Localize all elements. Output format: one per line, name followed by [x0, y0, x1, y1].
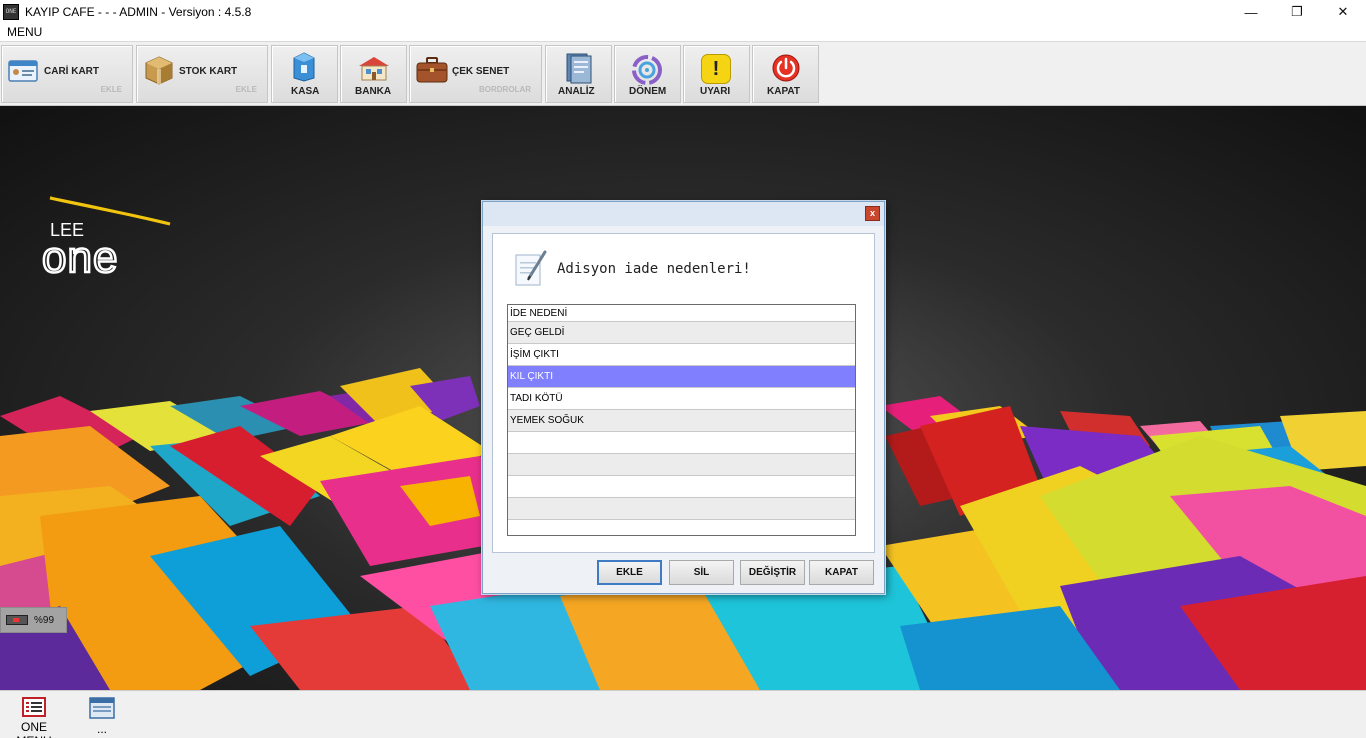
list-item[interactable]: TADI KÖTÜ — [508, 388, 855, 410]
list-item-selected[interactable]: KIL ÇIKTI — [508, 366, 855, 388]
change-button[interactable]: DEĞİŞTİR — [740, 560, 805, 585]
donem-button[interactable]: DÖNEM — [614, 45, 681, 103]
dialog-panel: Adisyon iade nedenleri! İDE NEDENİ GEÇ G… — [492, 233, 875, 553]
dialog-close-icon[interactable]: x — [865, 206, 880, 221]
bottom-taskbar: ONE MENU ... — [0, 690, 1366, 738]
list-item-empty[interactable] — [508, 520, 855, 535]
battery-percentage: %99 — [34, 614, 55, 626]
menubar: MENU — [0, 24, 1366, 42]
stok-kart-button[interactable]: STOK KART EKLE — [136, 45, 268, 103]
delete-button[interactable]: SİL — [669, 560, 734, 585]
toolbar: CARİ KART EKLE STOK KART EKLE KASA BANKA… — [0, 43, 1366, 106]
id-card-icon — [8, 60, 38, 82]
dialog-titlebar: x — [483, 202, 884, 226]
box-icon — [145, 56, 173, 85]
briefcase-icon — [416, 57, 448, 83]
donem-label: DÖNEM — [629, 86, 667, 97]
cek-senet-sub: BORDROLAR — [479, 85, 531, 94]
dialog-heading: Adisyon iade nedenleri! — [557, 261, 751, 277]
uyari-label: UYARI — [700, 86, 731, 97]
cari-kart-label: CARİ KART — [44, 66, 99, 77]
second-shortcut-label: ... — [96, 722, 107, 736]
banka-label: BANKA — [355, 86, 392, 97]
reasons-list[interactable]: İDE NEDENİ GEÇ GELDİ İŞİM ÇIKTI KIL ÇIKT… — [507, 304, 856, 536]
maximize-button[interactable]: ❐ — [1274, 0, 1320, 24]
return-reasons-dialog: x Adisyon iade nedenleri! İDE NEDENİ GEÇ… — [482, 201, 885, 594]
logo-one-text: one — [42, 233, 118, 276]
menu-list-icon — [22, 697, 46, 717]
list-item[interactable]: GEÇ GELDİ — [508, 322, 855, 344]
lee-one-logo: LEE one — [41, 196, 171, 276]
cek-senet-label: ÇEK SENET — [452, 66, 510, 77]
menu-item-menu[interactable]: MENU — [7, 25, 42, 39]
stok-kart-label: STOK KART — [179, 66, 238, 77]
list-item-empty[interactable] — [508, 498, 855, 520]
close-dialog-button[interactable]: KAPAT — [809, 560, 874, 585]
app-icon: ONE — [3, 4, 19, 20]
second-shortcut[interactable]: ... — [88, 695, 116, 736]
window-title: KAYIP CAFE - - - ADMIN - Versiyon : 4.5.… — [25, 5, 252, 19]
note-pen-icon — [515, 250, 547, 286]
list-item[interactable]: İŞİM ÇIKTI — [508, 344, 855, 366]
cash-register-icon — [293, 52, 315, 82]
battery-icon — [6, 615, 28, 625]
stok-kart-sub: EKLE — [235, 85, 257, 94]
kapat-label: KAPAT — [767, 86, 800, 97]
analiz-label: ANALİZ — [558, 86, 595, 97]
kapat-button[interactable]: KAPAT — [752, 45, 819, 103]
list-item-empty[interactable] — [508, 454, 855, 476]
warning-icon: ! — [701, 54, 731, 84]
list-item[interactable]: YEMEK SOĞUK — [508, 410, 855, 432]
list-item-empty[interactable] — [508, 432, 855, 454]
close-window-button[interactable]: ✕ — [1320, 0, 1366, 24]
list-header[interactable]: İDE NEDENİ — [508, 305, 855, 322]
cek-senet-button[interactable]: ÇEK SENET BORDROLAR — [409, 45, 542, 103]
one-menu-label: ONE MENU — [16, 720, 51, 738]
cari-kart-button[interactable]: CARİ KART EKLE — [1, 45, 133, 103]
uyari-button[interactable]: ! UYARI — [683, 45, 750, 103]
kasa-label: KASA — [291, 86, 320, 97]
banka-button[interactable]: BANKA — [340, 45, 407, 103]
analiz-button[interactable]: ANALİZ — [545, 45, 612, 103]
kasa-button[interactable]: KASA — [271, 45, 338, 103]
battery-indicator: %99 — [0, 607, 67, 633]
one-menu-shortcut[interactable]: ONE MENU — [4, 695, 64, 738]
list-item-empty[interactable] — [508, 476, 855, 498]
window-titlebar: ONE KAYIP CAFE - - - ADMIN - Versiyon : … — [0, 0, 1366, 24]
add-button[interactable]: EKLE — [597, 560, 662, 585]
analysis-book-icon — [566, 53, 592, 84]
window-app-icon — [89, 697, 115, 719]
bank-icon — [359, 57, 389, 81]
minimize-button[interactable]: — — [1228, 0, 1274, 24]
power-icon — [772, 54, 800, 82]
window-controls: — ❐ ✕ — [1228, 0, 1366, 24]
cari-kart-sub: EKLE — [100, 85, 122, 94]
period-cycle-icon — [632, 55, 662, 85]
